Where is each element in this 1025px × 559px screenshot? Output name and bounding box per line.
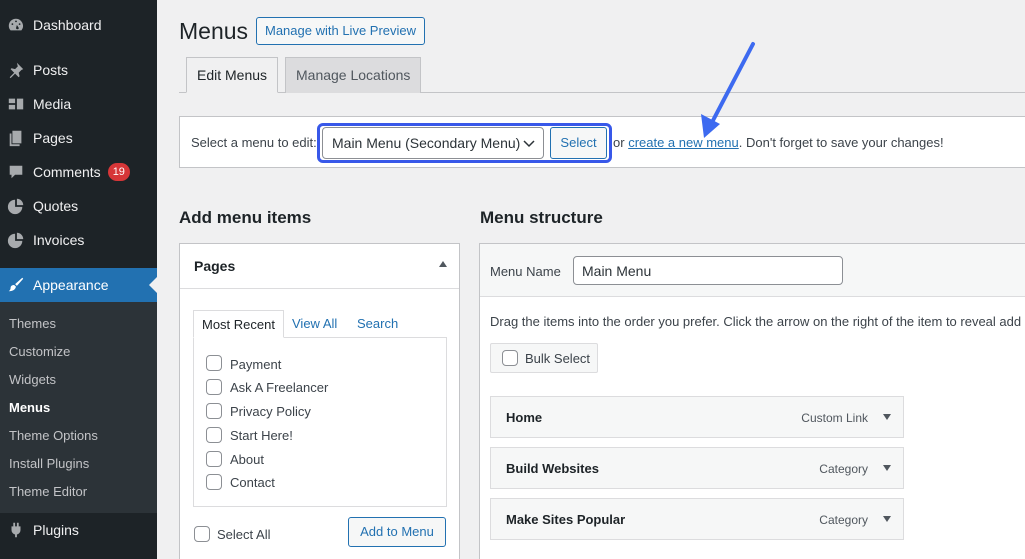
bulk-select-button[interactable]: Bulk Select [490,343,598,373]
submenu-customize[interactable]: Customize [9,344,70,359]
comment-icon [6,162,26,182]
submenu-theme-options[interactable]: Theme Options [9,428,98,443]
submenu-menus[interactable]: Menus [9,400,50,415]
page-label: Contact [230,475,275,490]
add-to-menu-button[interactable]: Add to Menu [348,517,446,547]
menu-structure-heading: Menu structure [480,208,603,227]
nav-label: Invoices [33,232,85,248]
menu-item[interactable]: Home Custom Link [490,396,904,438]
select-all-checkbox[interactable] [194,526,210,542]
tab-edit-menus[interactable]: Edit Menus [186,57,279,93]
expand-arrow-icon[interactable] [883,516,891,522]
page-label: About [230,452,264,467]
nav-label: Quotes [33,198,79,214]
nav-invoices[interactable]: Invoices [0,223,157,257]
menu-item-type: Category [819,462,868,476]
nav-dashboard[interactable]: Dashboard [0,8,157,42]
page-checkbox[interactable] [206,403,222,419]
menu-structure-panel: Menu Name Drag the items into the order … [479,243,1025,559]
select-menu-button[interactable]: Select [550,127,607,159]
live-preview-button[interactable]: Manage with Live Preview [256,17,426,45]
tab-manage-locations[interactable]: Manage Locations [285,57,422,93]
menu-item[interactable]: Build Websites Category [490,447,904,489]
brush-icon [6,275,26,295]
menu-item-type: Category [819,513,868,527]
submenu-widgets[interactable]: Widgets [9,372,56,387]
menu-item[interactable]: Make Sites Popular Category [490,498,904,540]
appearance-submenu: Themes Customize Widgets Menus Theme Opt… [0,302,157,513]
pages-panel-header[interactable]: Pages [180,244,459,289]
page-label: Privacy Policy [230,404,311,419]
media-icon [6,94,26,114]
expand-arrow-icon[interactable] [883,414,891,420]
tab-view-all[interactable]: View All [292,316,337,331]
select-bar-help-text: or create a new menu. Don't forget to sa… [613,135,944,150]
chevron-down-icon [523,140,535,148]
pie-icon [6,230,26,250]
submenu-theme-editor[interactable]: Theme Editor [9,484,87,499]
menu-name-input[interactable] [573,256,843,285]
nav-label: Dashboard [33,17,102,33]
nav-pages[interactable]: Pages [0,121,157,155]
page-checkbox[interactable] [206,427,222,443]
pages-icon [6,128,26,148]
submenu-themes[interactable]: Themes [9,316,56,331]
nav-media[interactable]: Media [0,87,157,121]
dashboard-icon [6,15,26,35]
pin-icon [6,60,26,80]
nav-appearance[interactable]: Appearance [0,268,157,302]
nav-label: Pages [33,130,73,146]
nav-label: Posts [33,62,69,78]
add-menu-items-heading: Add menu items [179,208,312,227]
page-title: Menus [179,18,249,44]
pages-panel-title: Pages [194,258,236,274]
page-label: Start Here! [230,428,293,443]
menu-name-bar: Menu Name [480,244,1025,297]
page-checkbox[interactable] [206,451,222,467]
nav-label: Plugins [33,522,79,538]
nav-label: Appearance [33,277,109,293]
nav-comments[interactable]: Comments 19 [0,155,157,189]
page-checklist: Payment Ask A Freelancer Privacy Policy … [193,337,447,507]
menu-item-type: Custom Link [801,411,868,425]
tab-most-recent[interactable]: Most Recent [193,310,284,338]
page-checkbox[interactable] [206,474,222,490]
menu-select-bar: Select a menu to edit: Main Menu (Second… [179,116,1025,168]
expand-arrow-icon[interactable] [883,465,891,471]
drag-instructions: Drag the items into the order you prefer… [490,314,1022,329]
page-checkbox[interactable] [206,355,222,371]
nav-posts[interactable]: Posts [0,53,157,87]
menu-select-dropdown[interactable]: Main Menu (Secondary Menu) [322,127,544,159]
menu-name-label: Menu Name [490,264,561,279]
page-label: Payment [230,357,282,372]
tab-search[interactable]: Search [357,316,398,331]
bulk-select-checkbox[interactable] [502,350,518,366]
nav-plugins[interactable]: Plugins [0,513,157,547]
page-checkbox[interactable] [206,379,222,395]
plugin-icon [6,520,26,540]
comments-count-badge: 19 [107,163,130,181]
select-menu-label: Select a menu to edit: [191,135,317,150]
pages-panel: Pages Most Recent View All Search Paymen… [179,243,460,559]
menu-item-title: Home [506,410,543,425]
page-label: Ask A Freelancer [230,380,329,395]
menu-item-title: Build Websites [506,461,599,476]
selected-menu-value: Main Menu (Secondary Menu) [332,135,521,151]
bulk-select-label: Bulk Select [525,351,591,366]
annotation-arrow-icon [701,42,755,138]
nav-label: Comments [33,164,101,180]
nav-quotes[interactable]: Quotes [0,189,157,223]
select-all-label: Select All [217,527,271,542]
or-text: or [613,135,625,150]
submenu-install-plugins[interactable]: Install Plugins [9,456,89,471]
nav-label: Media [33,96,72,112]
collapse-arrow-icon[interactable] [439,261,447,267]
admin-sidebar: Dashboard Posts Media Pages Comments 19 … [0,0,157,559]
menu-item-title: Make Sites Popular [506,512,626,527]
pie-icon [6,196,26,216]
